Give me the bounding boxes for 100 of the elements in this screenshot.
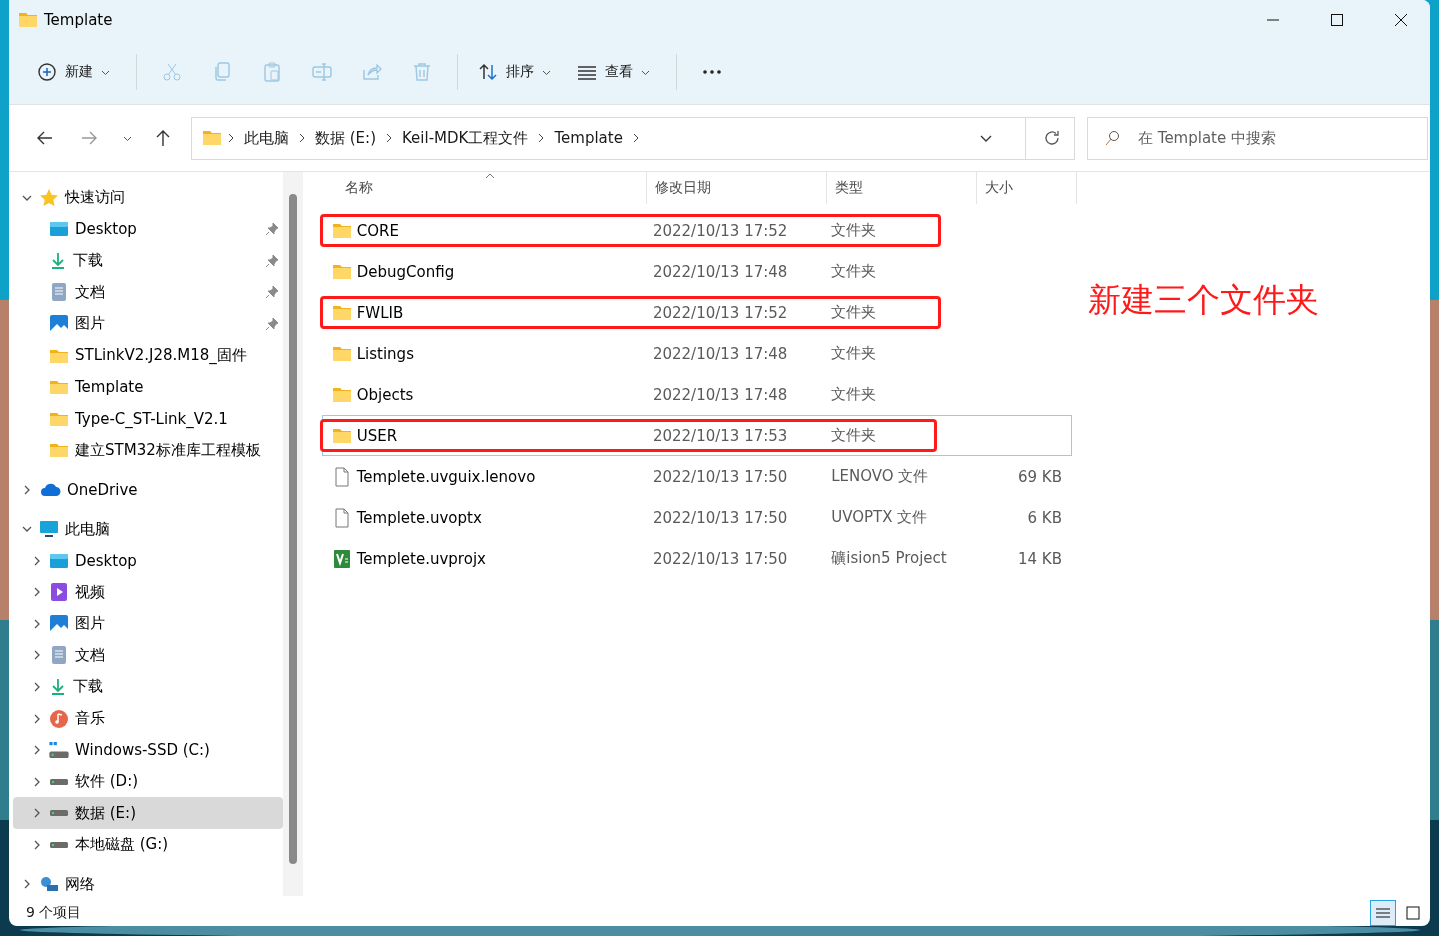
date-cell-text: 2022/10/13 17:53 [651, 426, 789, 445]
sidebar-item[interactable]: OneDrive [13, 473, 283, 506]
chevron-right-icon [384, 133, 394, 143]
file-name: Templete.uvoptx [356, 508, 483, 527]
sidebar-label: Windows-SSD (C:) [75, 741, 211, 760]
scrollbar[interactable] [283, 172, 303, 896]
type-cell-text: 文件夹 [830, 385, 878, 404]
sidebar-item[interactable]: 网络 [13, 868, 283, 901]
column-header[interactable]: 名称 [303, 172, 647, 204]
drive-icon [49, 810, 69, 817]
sidebar-item[interactable]: 图片 [13, 308, 283, 340]
breadcrumb[interactable]: Template [550, 129, 627, 147]
annotation: 新建三个文件夹 [1088, 279, 1319, 321]
address-bar[interactable]: 此电脑 数据 (E:) Keil-MDK工程文件 Template [191, 116, 1075, 160]
search-icon [1104, 129, 1120, 146]
sidebar-item[interactable]: Desktop [13, 545, 283, 577]
date-cell-text: 2022/10/13 17:48 [651, 344, 789, 363]
breadcrumb[interactable]: 数据 (E:) [311, 128, 380, 148]
window-title: Template [44, 11, 114, 29]
details-view-button[interactable] [1370, 900, 1396, 926]
view-button[interactable]: 查看 [567, 52, 660, 92]
sidebar-item[interactable]: STLinkV2.J28.M18_固件 [13, 339, 283, 372]
date-cell-text: 2022/10/13 17:52 [651, 221, 789, 240]
file-row[interactable]: CORE 2022/10/13 17:52 文件夹 [322, 210, 1072, 251]
sidebar-item[interactable]: 文档 [13, 639, 283, 672]
type-cell-text: 礦ision5 Project [830, 549, 948, 568]
sidebar-item[interactable]: 下载 [13, 245, 283, 277]
music-icon [49, 708, 69, 729]
breadcrumb[interactable]: 此电脑 [240, 128, 293, 148]
size-cell-text: 6 KB [1026, 508, 1063, 527]
date-cell-text: 2022/10/13 17:50 [651, 467, 789, 486]
breadcrumb[interactable]: Keil-MDK工程文件 [398, 128, 533, 148]
new-button[interactable]: 新建 [27, 52, 120, 92]
sidebar-label: Type-C_ST-Link_V2.1 [75, 409, 229, 428]
sidebar-item[interactable]: Template [13, 371, 283, 403]
sidebar-label: 网络 [65, 874, 96, 894]
sidebar-label: 下载 [73, 677, 104, 697]
sidebar-item[interactable]: 下载 [13, 671, 283, 703]
file-name: Templete.uvprojx [356, 549, 487, 568]
file-name: USER [356, 426, 399, 445]
sidebar-label: 图片 [75, 314, 106, 334]
date-cell-text: 2022/10/13 17:48 [651, 262, 789, 281]
document-icon [49, 645, 69, 666]
sidebar-item[interactable]: 建立STM32标准库工程模板 [13, 434, 283, 466]
sidebar-label: 数据 (E:) [75, 803, 137, 823]
sidebar-item[interactable]: 快速访问 [13, 182, 283, 214]
back-arrow-icon [36, 129, 54, 147]
folder-icon [202, 128, 222, 148]
type-cell-text: 文件夹 [830, 262, 878, 281]
details-view-icon [1375, 905, 1391, 921]
file-row[interactable]: USER 2022/10/13 17:53 文件夹 [322, 415, 1072, 456]
sidebar-label: 视频 [75, 582, 106, 602]
sidebar-item[interactable]: 图片 [13, 608, 283, 640]
sidebar-item[interactable]: 视频 [13, 576, 283, 609]
picture-icon [49, 313, 69, 334]
project-file-icon [331, 548, 352, 569]
computer-icon [39, 519, 59, 540]
sidebar-label: 本地磁盘 (G:) [75, 835, 170, 855]
column-header[interactable]: 大小 [977, 172, 1077, 204]
sidebar-label: OneDrive [67, 480, 139, 499]
file-name: DebugConfig [356, 262, 456, 281]
file-name: Listings [356, 344, 415, 363]
tiles-view-icon [1405, 905, 1421, 921]
sidebar-label: 图片 [75, 614, 106, 634]
file-row[interactable]: DebugConfig 2022/10/13 17:48 文件夹 [322, 251, 1072, 292]
sidebar-item[interactable]: 音乐 [13, 702, 283, 735]
column-header[interactable]: 修改日期 [647, 172, 827, 204]
sidebar-label: STLinkV2.J28.M18_固件 [75, 346, 248, 365]
sidebar-item[interactable]: 文档 [13, 276, 283, 309]
sidebar-item[interactable]: Windows-SSD (C:) [13, 734, 283, 766]
column-header[interactable]: 类型 [827, 172, 977, 204]
date-cell-text: 2022/10/13 17:50 [651, 508, 789, 527]
maximize-icon [1330, 13, 1344, 27]
sidebar-item[interactable]: Type-C_ST-Link_V2.1 [13, 402, 283, 435]
item-count: 9 个项目 [26, 904, 83, 922]
file-name: CORE [356, 221, 400, 240]
file-row[interactable]: Objects 2022/10/13 17:48 文件夹 [322, 374, 1072, 415]
sidebar-label: 软件 (D:) [75, 772, 140, 792]
sidebar-label: 建立STM32标准库工程模板 [75, 440, 261, 460]
sort-button[interactable]: 排序 [468, 52, 561, 92]
file-name: FWLIB [356, 303, 405, 322]
file-row[interactable]: Listings 2022/10/13 17:48 文件夹 [322, 333, 1072, 374]
sidebar-item[interactable]: Desktop [13, 213, 283, 246]
sidebar-label: 文档 [75, 282, 106, 302]
up-arrow-icon [154, 129, 172, 147]
file-row[interactable]: Templete.uvguix.lenovo 2022/10/13 17:50 LENOVO 文件 69 KB [322, 456, 1072, 497]
date-cell-text: 2022/10/13 17:48 [651, 385, 789, 404]
file-row[interactable]: FWLIB 2022/10/13 17:52 文件夹 [322, 292, 1072, 333]
sidebar-item[interactable]: 本地磁盘 (G:) [13, 828, 283, 861]
drive-icon [49, 841, 69, 848]
sort-caret-icon [484, 173, 495, 179]
search-field[interactable]: 在 Template 中搜索 [1087, 116, 1428, 160]
file-row[interactable]: Templete.uvprojx 2022/10/13 17:50 礦ision5 Project 14 KB [322, 538, 1072, 579]
sidebar-item[interactable]: 数据 (E:) [13, 797, 283, 829]
refresh-icon[interactable] [1043, 129, 1061, 147]
document-icon [49, 282, 69, 303]
sidebar-item[interactable]: 软件 (D:) [13, 765, 283, 798]
sidebar-item[interactable]: 此电脑 [13, 513, 283, 545]
file-row[interactable]: Templete.uvoptx 2022/10/13 17:50 UVOPTX 文件 6 KB [322, 497, 1072, 538]
type-cell-text: 文件夹 [830, 426, 878, 445]
